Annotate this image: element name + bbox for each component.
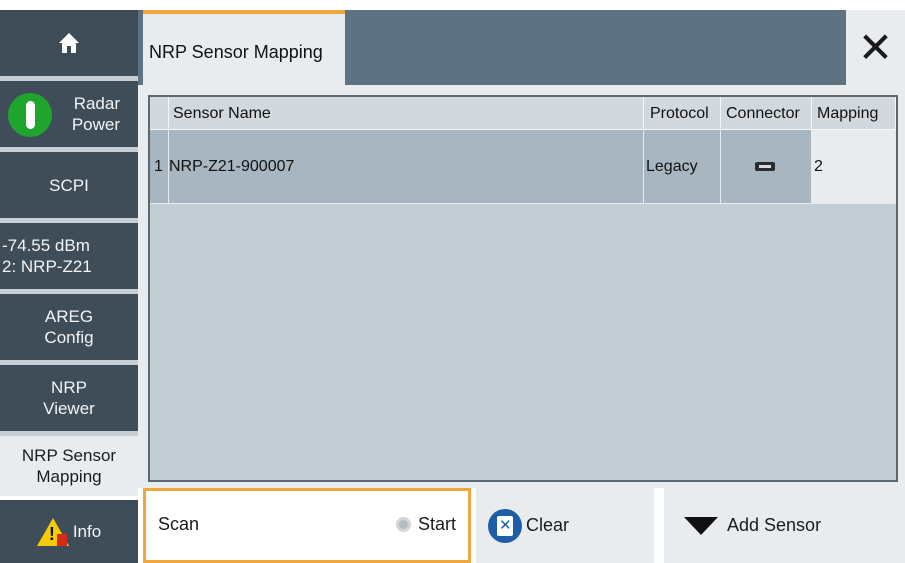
sidebar-item-radar-power[interactable]: Radar Power — [0, 81, 138, 147]
nrp-sensor-mapping-dialog: Radar Power SCPI -74.55 dBm 2: NRP-Z21 A… — [0, 0, 905, 563]
power-on-indicator-icon — [8, 93, 52, 137]
clear-icon — [488, 508, 522, 543]
sidebar-item-label: -74.55 dBm 2: NRP-Z21 — [2, 236, 92, 276]
sidebar-item-label: Radar Power — [71, 94, 120, 134]
close-icon: ✕ — [857, 24, 894, 71]
scan-label: Scan — [158, 514, 200, 534]
sidebar-item-info[interactable]: ! Info — [0, 500, 138, 563]
protocol-cell[interactable]: Legacy — [644, 130, 721, 204]
header-sensor-name[interactable]: Sensor Name — [169, 97, 644, 130]
sidebar-item-nrp-viewer[interactable]: NRP Viewer — [0, 365, 138, 431]
usb-connector-icon — [755, 162, 775, 171]
home-button[interactable] — [0, 10, 138, 76]
start-radio-icon — [395, 517, 411, 532]
header-connector[interactable]: Connector — [721, 97, 812, 130]
sidebar-item-scpi[interactable]: SCPI — [0, 152, 138, 218]
sidebar-item-label: AREG Config — [44, 307, 94, 347]
clear-label: Clear — [526, 515, 570, 535]
add-sensor-button[interactable]: Add Sensor — [664, 488, 905, 563]
table-header: Sensor Name Protocol Connector Mapping — [150, 97, 896, 130]
row-index: 1 — [150, 130, 169, 204]
header-mapping[interactable]: Mapping — [812, 97, 896, 130]
connector-cell[interactable] — [721, 130, 812, 204]
mapping-cell[interactable]: 2 — [812, 130, 896, 204]
scan-control[interactable]: Scan Start — [143, 488, 471, 563]
sidebar-item-areg-config[interactable]: AREG Config — [0, 294, 138, 360]
table-row[interactable]: 1 NRP-Z21-900007 Legacy 2 — [150, 130, 896, 204]
sidebar-item-nrp-sensor-mapping[interactable]: NRP Sensor Mapping — [0, 436, 138, 496]
start-scan-button[interactable]: Start — [395, 514, 456, 535]
sidebar: Radar Power SCPI -74.55 dBm 2: NRP-Z21 A… — [0, 10, 138, 563]
sidebar-item-label: NRP Sensor Mapping — [21, 446, 117, 486]
close-button[interactable]: ✕ — [846, 10, 905, 86]
warning-icon: ! — [36, 517, 69, 546]
sidebar-item-label: NRP Viewer — [43, 378, 95, 418]
add-sensor-label: Add Sensor — [727, 515, 822, 535]
tab-label: NRP Sensor Mapping — [149, 42, 323, 62]
sensor-table: Sensor Name Protocol Connector Mapping 1… — [148, 95, 898, 482]
header-index-cell — [150, 97, 169, 130]
sidebar-item-power-reading[interactable]: -74.55 dBm 2: NRP-Z21 — [0, 223, 138, 289]
triangle-down-icon — [684, 516, 718, 535]
sidebar-item-label: SCPI — [49, 175, 89, 195]
tab-nrp-sensor-mapping[interactable]: NRP Sensor Mapping — [143, 10, 345, 86]
sidebar-item-label: Info — [72, 522, 102, 541]
clear-button[interactable]: Clear — [476, 488, 657, 563]
sensor-name-cell[interactable]: NRP-Z21-900007 — [169, 130, 644, 204]
start-label: Start — [417, 514, 456, 534]
home-icon — [59, 33, 79, 53]
header-protocol[interactable]: Protocol — [644, 97, 721, 130]
